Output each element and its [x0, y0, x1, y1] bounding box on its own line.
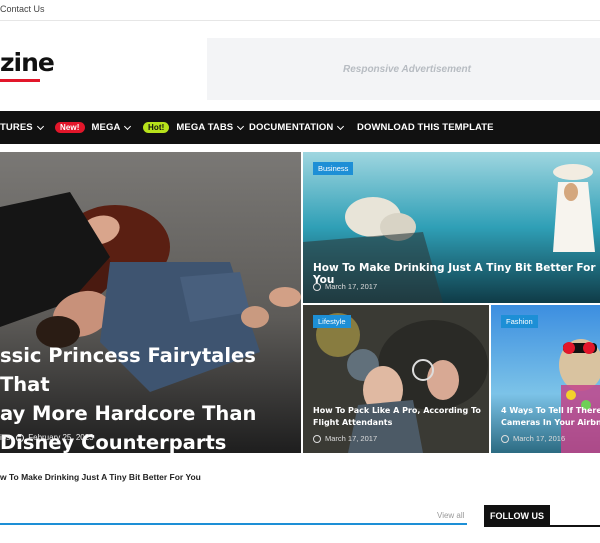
nav-label: MEGA — [91, 122, 121, 133]
post-date: March 17, 2017 — [325, 434, 378, 443]
nav-label: MEGA TABS — [176, 122, 234, 133]
hot-badge: Hot! — [143, 122, 170, 133]
post-meta: March 17, 2017 — [313, 282, 377, 291]
follow-divider — [484, 525, 600, 527]
clock-icon — [313, 434, 321, 443]
chevron-down-icon — [337, 122, 345, 130]
chevron-down-icon — [237, 122, 245, 130]
chevron-down-icon — [124, 122, 132, 130]
hero-author[interactable]: ips — [0, 433, 10, 442]
contact-us-link[interactable]: Contact Us — [0, 4, 45, 14]
nav-label: TURES — [0, 122, 33, 133]
category-tag[interactable]: Business — [313, 162, 354, 175]
hero-title-line: ay More Hardcore Than — [0, 402, 257, 425]
post-title[interactable]: 4 Ways To Tell If There A Cameras In You… — [501, 405, 600, 429]
post-card-fashion[interactable]: Fashion 4 Ways To Tell If There A Camera… — [491, 305, 600, 453]
post-meta: March 17, 2016 — [501, 434, 565, 443]
nav-label: DOWNLOAD THIS TEMPLATE — [357, 122, 494, 133]
new-badge: New! — [55, 122, 85, 133]
logo-underline — [0, 79, 40, 82]
post-date: March 17, 2017 — [325, 282, 378, 291]
post-meta: March 17, 2017 — [313, 434, 377, 443]
post-card-lifestyle[interactable]: Lifestyle How To Pack Like A Pro, Accord… — [303, 305, 489, 453]
post-title[interactable]: How To Pack Like A Pro, According To Fli… — [313, 405, 483, 429]
site-logo[interactable]: zine — [0, 48, 55, 82]
nav-item-mega[interactable]: New! MEGA — [55, 111, 132, 144]
view-all-link[interactable]: View all — [437, 511, 464, 520]
hero-title-line: ssic Princess Fairytales That — [0, 344, 256, 396]
ad-banner[interactable]: Responsive Advertisement — [207, 38, 600, 100]
category-tag[interactable]: Lifestyle — [313, 315, 351, 328]
nav-label: DOCUMENTATION — [249, 122, 334, 133]
hero-meta: ips February 25, 2023 — [0, 433, 94, 442]
ad-label: Responsive Advertisement — [342, 63, 471, 75]
top-bar: Contact Us — [0, 0, 600, 21]
news-ticker-item[interactable]: w To Make Drinking Just A Tiny Bit Bette… — [0, 472, 201, 482]
follow-us-label: FOLLOW US — [490, 510, 544, 521]
category-tag[interactable]: Fashion — [501, 315, 538, 328]
logo-text: zine — [0, 48, 55, 77]
nav-item-mega-tabs[interactable]: Hot! MEGA TABS — [143, 111, 245, 144]
nav-item-documentation[interactable]: DOCUMENTATION — [249, 111, 345, 144]
post-date: March 17, 2016 — [513, 434, 566, 443]
chevron-down-icon — [36, 122, 44, 130]
clock-icon — [501, 434, 509, 443]
follow-us-heading: FOLLOW US — [484, 505, 550, 526]
hero-date: February 25, 2023 — [28, 433, 94, 442]
clock-icon — [313, 282, 321, 291]
nav-item-download[interactable]: DOWNLOAD THIS TEMPLATE — [357, 111, 494, 144]
nav-item-features[interactable]: TURES — [0, 111, 44, 144]
post-card-business[interactable]: Business How To Make Drinking Just A Tin… — [303, 152, 600, 303]
section-divider — [0, 523, 467, 525]
clock-icon — [16, 433, 25, 442]
main-nav: TURES New! MEGA Hot! MEGA TABS DOCUMENTA… — [0, 111, 600, 144]
